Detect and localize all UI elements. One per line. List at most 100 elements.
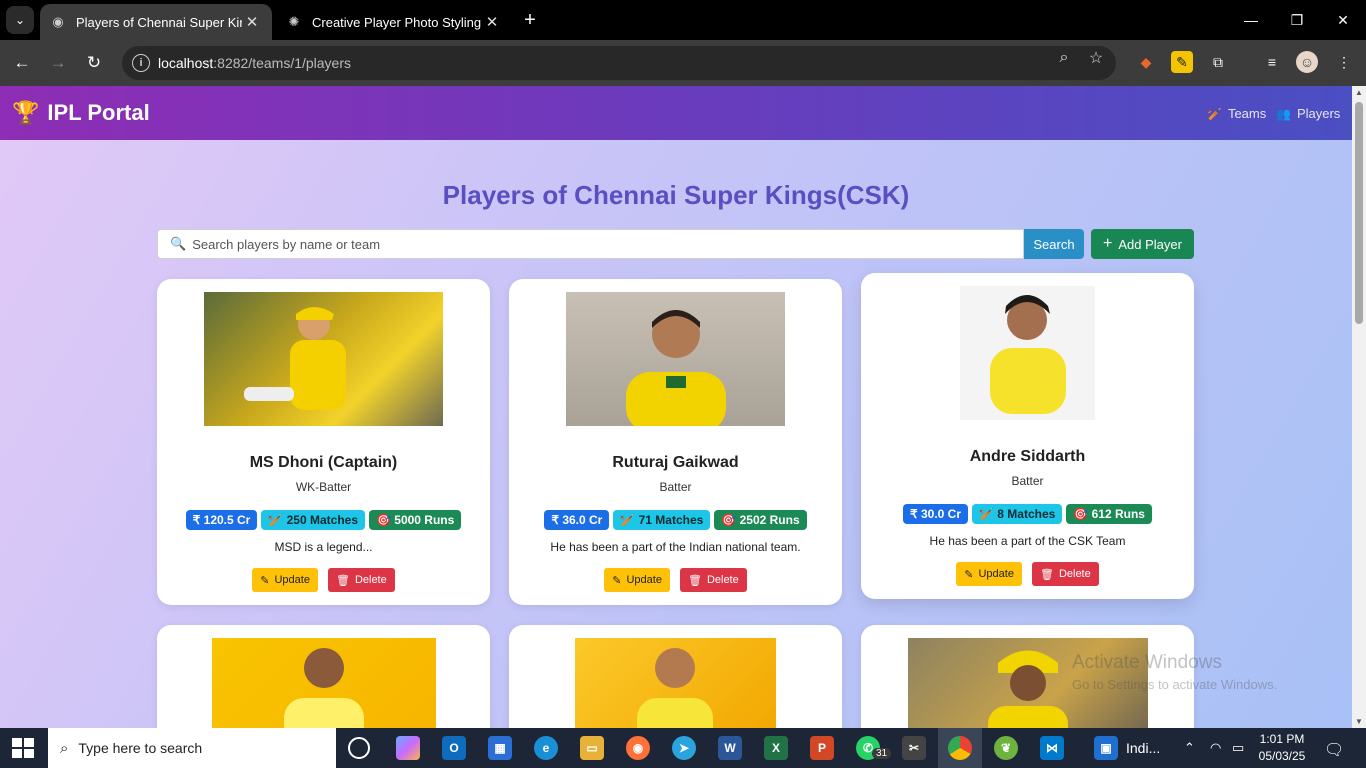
bat-icon: 🏏 — [1207, 106, 1222, 121]
search-input[interactable]: 🔍 Search players by name or team — [157, 229, 1024, 259]
player-card — [157, 625, 490, 728]
nav-link-label: Players — [1296, 106, 1341, 121]
reload-icon[interactable]: ↻ — [80, 49, 108, 77]
taskbar-clock[interactable]: 1:01 PM 05/03/25 — [1258, 731, 1306, 765]
player-role: Batter — [1011, 474, 1044, 488]
whatsapp-badge: 31 — [872, 748, 892, 759]
snipping-tool-icon[interactable]: ✂ — [902, 736, 926, 760]
url-host: localhost — [158, 55, 214, 71]
windows-start-icon[interactable] — [12, 738, 34, 758]
tab-close-icon[interactable]: ✕ — [242, 13, 262, 31]
page-scrollbar[interactable]: ▲ ▼ — [1352, 86, 1366, 728]
copilot-icon[interactable] — [396, 736, 420, 760]
price-badge: ₹ 36.0 Cr — [544, 510, 610, 530]
minimize-button[interactable]: — — [1228, 0, 1274, 40]
activate-windows-subtitle: Go to Settings to activate Windows. — [1072, 677, 1278, 692]
page-title: Players of Chennai Super Kings(CSK) — [442, 180, 910, 210]
close-window-button[interactable]: ✕ — [1320, 0, 1366, 40]
file-explorer-icon[interactable]: ▭ — [580, 736, 604, 760]
tab-creative-styling[interactable]: ✺ Creative Player Photo Styling ✕ — [276, 4, 512, 40]
wifi-icon[interactable]: ◠ — [1210, 740, 1221, 756]
widgets-icon[interactable]: ▣ — [1094, 736, 1118, 760]
firefox-icon[interactable]: ◉ — [626, 736, 650, 760]
search-row: 🔍 Search players by name or team Search … — [157, 229, 1194, 259]
price-badge: ₹ 30.0 Cr — [903, 504, 969, 524]
matches-badge: 🏏 250 Matches — [261, 510, 365, 530]
maximize-button[interactable]: ❐ — [1274, 0, 1320, 40]
update-button[interactable]: ✎ Update — [604, 568, 670, 592]
player-name: MS Dhoni (Captain) — [249, 454, 398, 471]
powerpoint-icon[interactable]: P — [810, 736, 834, 760]
add-player-button[interactable]: + Add Player — [1091, 229, 1194, 259]
scroll-up-icon[interactable]: ▲ — [1355, 88, 1363, 97]
word-icon[interactable]: W — [718, 736, 742, 760]
matches-text: 71 Matches — [638, 513, 704, 527]
search-button[interactable]: Search — [1024, 229, 1084, 259]
telegram-icon[interactable]: ➤ — [672, 736, 696, 760]
tab-players[interactable]: ◉ Players of Chennai Super Kings( ✕ — [40, 4, 272, 40]
brand[interactable]: 🏆 IPL Portal — [12, 100, 150, 126]
scrollbar-thumb[interactable] — [1355, 102, 1363, 324]
pen-extension-icon[interactable]: ✎ — [1171, 51, 1193, 73]
player-photo — [575, 638, 776, 728]
pencil-icon: ✎ — [964, 568, 974, 581]
windows-taskbar: ⌕ Type here to search O ▦ e ▭ ◉ ➤ W X P … — [0, 728, 1366, 768]
tray-chevron-icon[interactable]: ⌃ — [1184, 740, 1195, 756]
store-icon[interactable]: ▦ — [488, 736, 512, 760]
taskbar-app-label[interactable]: Indi... — [1126, 740, 1160, 756]
chrome-icon[interactable] — [948, 736, 972, 760]
site-info-icon[interactable]: i — [132, 54, 150, 72]
browser-tab-bar: ⌄ ◉ Players of Chennai Super Kings( ✕ ✺ … — [0, 0, 1366, 40]
player-stats: ₹ 120.5 Cr 🏏 250 Matches 🎯 5000 Runs — [157, 510, 490, 530]
target-icon: 🎯 — [721, 513, 740, 527]
new-tab-button[interactable]: + — [518, 8, 542, 32]
tab-close-icon[interactable]: ✕ — [482, 13, 502, 31]
back-icon[interactable]: ← — [8, 49, 36, 77]
vscode-icon[interactable]: ⋈ — [1040, 736, 1064, 760]
brand-title: IPL Portal — [47, 100, 150, 125]
task-view-icon[interactable] — [348, 737, 370, 759]
update-button[interactable]: ✎ Update — [956, 562, 1022, 586]
player-description: MSD is a legend... — [274, 540, 373, 554]
taskbar-search-placeholder: Type here to search — [78, 740, 203, 756]
target-icon: 🎯 — [1073, 507, 1092, 521]
delete-button[interactable]: 🗑 Delete — [1031, 562, 1099, 586]
matches-badge: 🏏 8 Matches — [972, 504, 1063, 524]
outlook-icon[interactable]: O — [442, 736, 466, 760]
page-viewport: 🏆 IPL Portal 🏏 Teams 👥 Players Players o… — [0, 86, 1352, 728]
search-placeholder: Search players by name or team — [192, 236, 381, 252]
runs-text: 2502 Runs — [739, 513, 800, 527]
address-bar[interactable]: i localhost:8282/teams/1/players — [122, 46, 1116, 80]
zoom-icon[interactable]: ⌕ — [1054, 48, 1074, 68]
taskbar-search-input[interactable]: ⌕ Type here to search — [48, 728, 336, 768]
player-photo — [212, 638, 436, 728]
scroll-down-icon[interactable]: ▼ — [1355, 717, 1363, 726]
spring-tool-icon[interactable]: ❦ — [994, 736, 1018, 760]
notification-icon[interactable]: 🗨 — [1324, 740, 1344, 760]
update-button[interactable]: ✎ Update — [252, 568, 318, 592]
matches-text: 8 Matches — [997, 507, 1056, 521]
media-control-icon[interactable]: ≡ — [1261, 51, 1283, 73]
browser-menu-icon[interactable]: ⋮ — [1333, 51, 1355, 73]
target-icon: 🎯 — [376, 513, 395, 527]
battery-icon[interactable]: ▭ — [1232, 740, 1244, 756]
activate-windows-title: Activate Windows — [1072, 652, 1222, 673]
edge-icon[interactable]: e — [534, 736, 558, 760]
bat-icon: 🏏 — [268, 513, 287, 527]
bookmark-star-icon[interactable]: ☆ — [1086, 48, 1106, 68]
fox-extension-icon[interactable]: ◆ — [1135, 51, 1157, 73]
profile-avatar-icon[interactable]: ☺ — [1296, 51, 1318, 73]
clock-date: 05/03/25 — [1258, 749, 1306, 763]
trash-icon: 🗑 — [335, 574, 350, 587]
tab-search-menu-icon[interactable]: ⌄ — [6, 6, 34, 34]
extensions-puzzle-icon[interactable]: ⧉ — [1207, 51, 1229, 73]
nav-link-players[interactable]: 👥 Players — [1276, 106, 1340, 121]
player-role: Batter — [659, 480, 692, 494]
player-description: He has been a part of the CSK Team — [929, 534, 1126, 548]
delete-button[interactable]: 🗑 Delete — [327, 568, 395, 592]
delete-button[interactable]: 🗑 Delete — [679, 568, 747, 592]
excel-icon[interactable]: X — [764, 736, 788, 760]
nav-link-teams[interactable]: 🏏 Teams — [1207, 106, 1266, 121]
forward-icon[interactable]: → — [44, 49, 72, 77]
bat-icon: 🏏 — [979, 507, 998, 521]
